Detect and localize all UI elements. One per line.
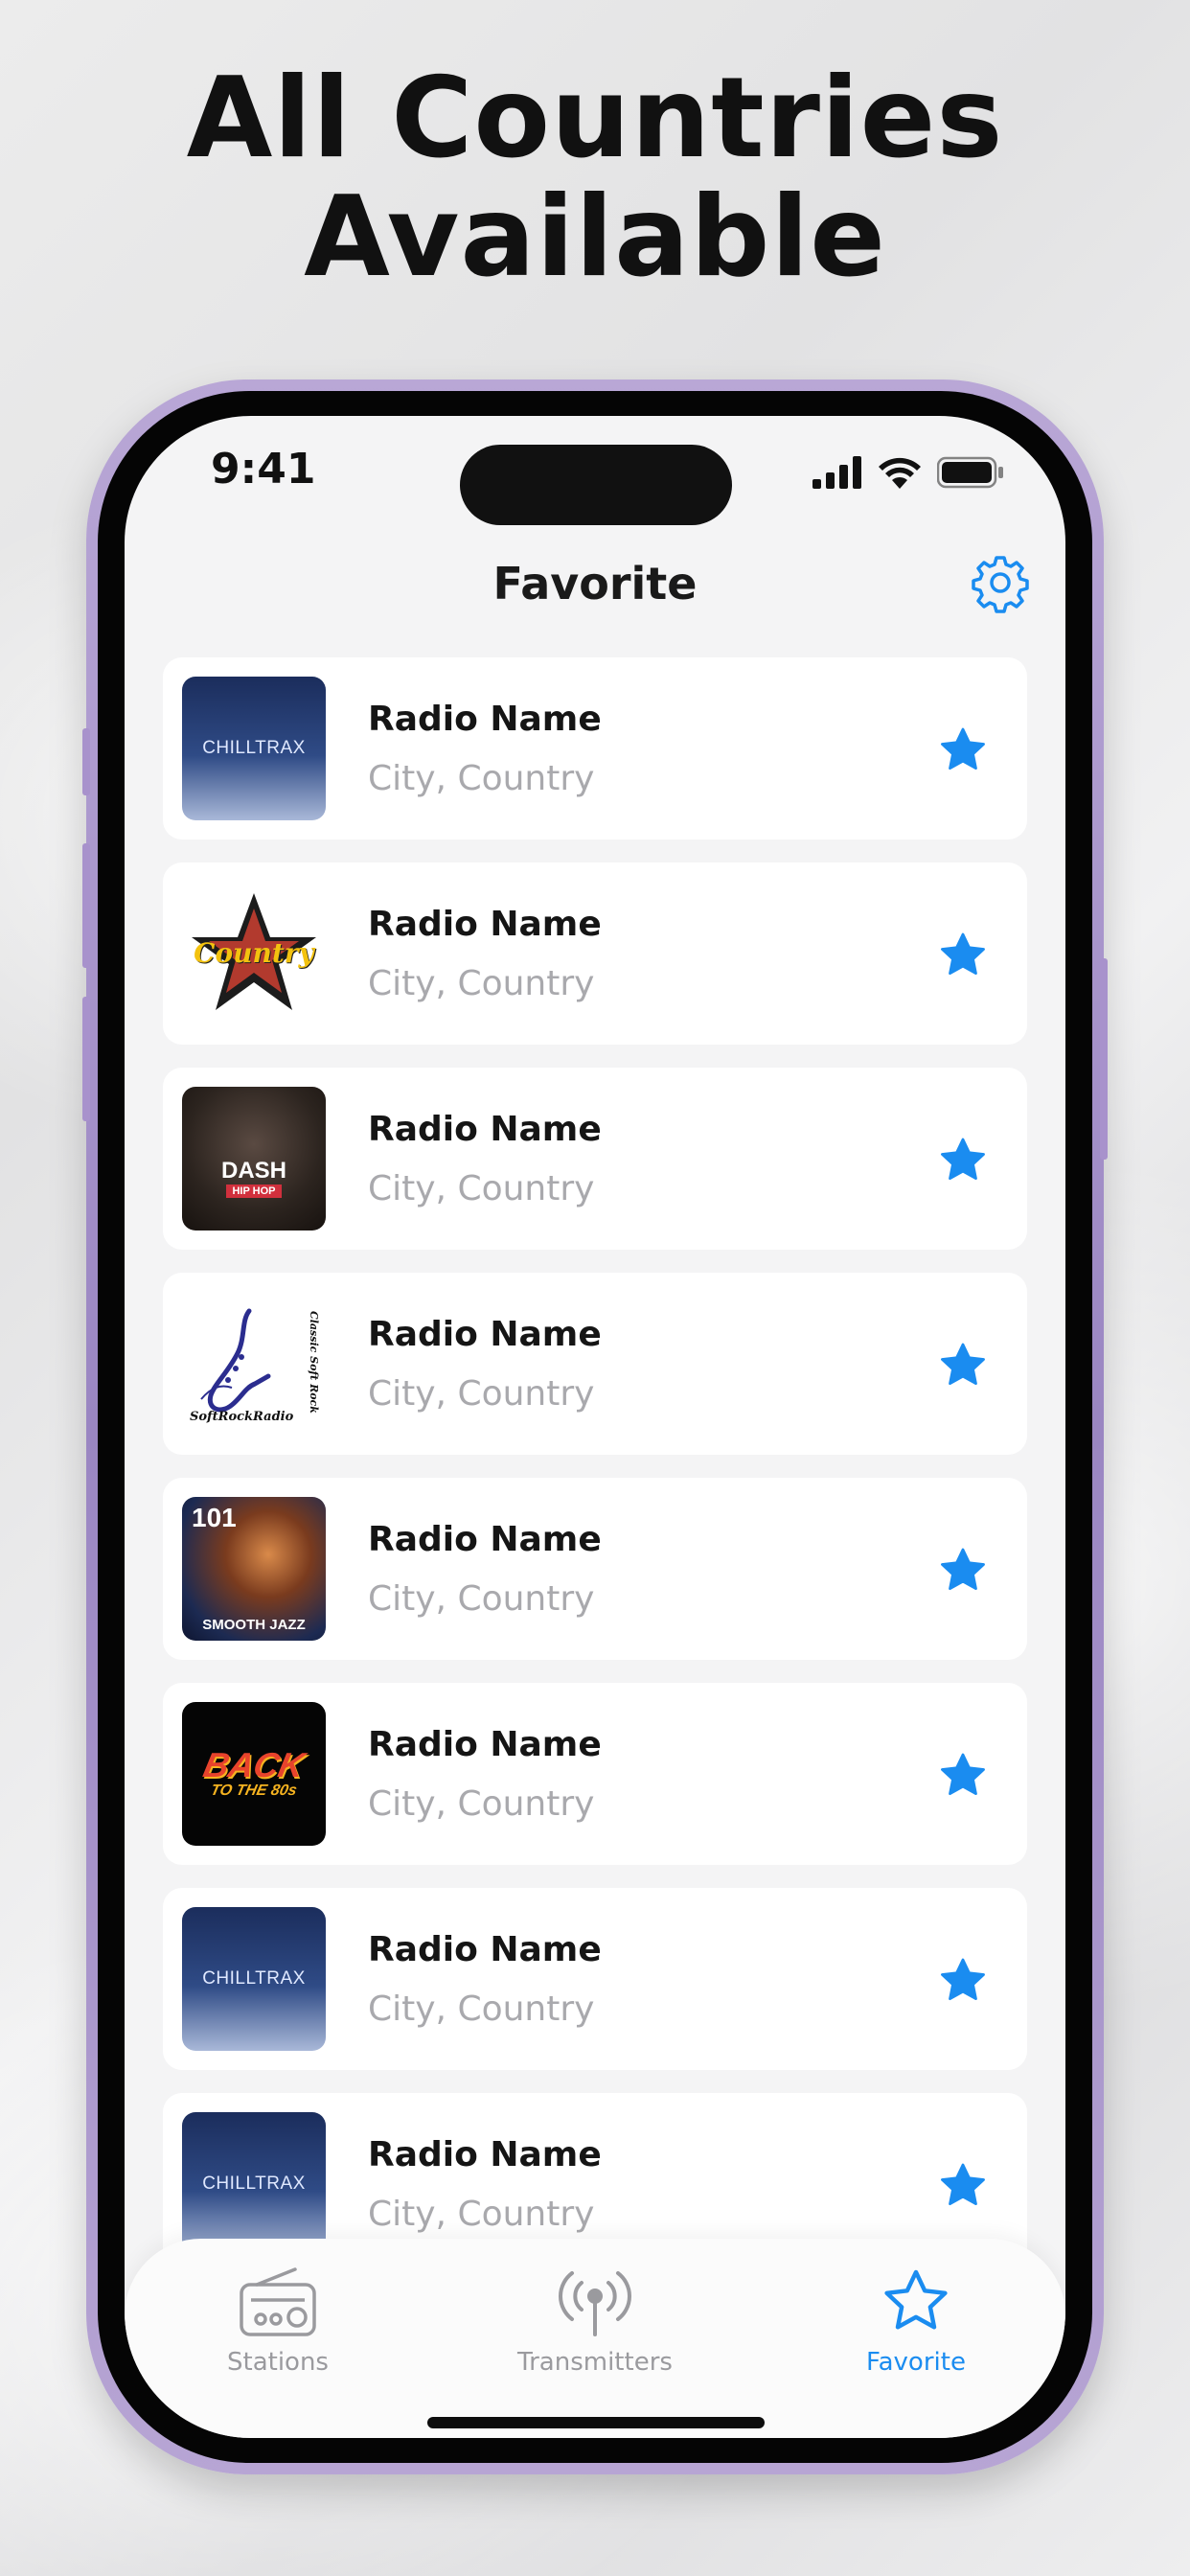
station-row[interactable]: DASH HIP HOP Radio Name City, Country (163, 1068, 1027, 1250)
star-icon (884, 2269, 948, 2330)
phone-screen: 9:41 Favorite CHILLTRAX Radio Name City,… (125, 416, 1065, 2438)
station-location: City, Country (368, 1374, 595, 1414)
station-logo: Classic Soft Rock SoftRockRadio (182, 1292, 326, 1436)
tab-transmitters[interactable]: Transmitters (470, 2266, 720, 2377)
wifi-icon (879, 457, 921, 489)
station-name: Radio Name (368, 700, 602, 739)
favorite-star-icon[interactable] (937, 1545, 989, 1597)
phone-volume-down (82, 997, 90, 1121)
cellular-signal-icon (812, 456, 861, 489)
station-row[interactable]: Country Radio Name City, Country (163, 862, 1027, 1045)
station-logo-text: SoftRockRadio (190, 1410, 294, 1424)
station-row[interactable]: CHILLTRAX Radio Name City, Country (163, 657, 1027, 840)
page-title: Favorite (492, 558, 698, 610)
tab-stations[interactable]: Stations (153, 2266, 402, 2377)
station-row[interactable]: CHILLTRAX Radio Name City, Country (163, 1888, 1027, 2070)
station-row[interactable]: BACK TO THE 80s Radio Name City, Country (163, 1683, 1027, 1865)
station-logo-text: CHILLTRAX (202, 1968, 306, 1989)
station-logo-subtext: HIP HOP (226, 1184, 282, 1198)
station-logo-subtext: TO THE 80s (209, 1782, 299, 1799)
gear-icon[interactable] (970, 552, 1031, 613)
headline-line-2: Available (304, 172, 886, 302)
station-location: City, Country (368, 1169, 595, 1208)
station-location: City, Country (368, 759, 595, 798)
radio-icon (240, 2267, 316, 2336)
favorite-star-icon[interactable] (937, 1340, 989, 1392)
station-name: Radio Name (368, 1110, 602, 1149)
favorite-star-icon[interactable] (937, 1135, 989, 1186)
tab-stations-label: Stations (227, 2348, 329, 2377)
status-time: 9:41 (211, 445, 316, 494)
dynamic-island (460, 445, 732, 525)
station-logo-subtext: SMOOTH JAZZ (202, 1617, 306, 1633)
antenna-icon (559, 2271, 631, 2336)
station-logo: CHILLTRAX (182, 2112, 326, 2256)
station-logo: CHILLTRAX (182, 677, 326, 820)
home-indicator (427, 2417, 765, 2428)
favorite-star-icon[interactable] (937, 1955, 989, 2007)
station-location: City, Country (368, 1990, 595, 2029)
favorite-star-icon[interactable] (937, 724, 989, 776)
station-name: Radio Name (368, 1725, 602, 1764)
phone-power-button (1100, 958, 1108, 1160)
tab-bar: Stations Transmitters Favorite (125, 2239, 1065, 2438)
station-location: City, Country (368, 964, 595, 1003)
phone-mute-switch (82, 728, 90, 795)
battery-icon (937, 456, 1003, 489)
headline: All Countries Available (0, 59, 1190, 297)
station-logo: BACK TO THE 80s (182, 1702, 326, 1846)
station-name: Radio Name (368, 1315, 602, 1354)
phone-volume-up (82, 843, 90, 968)
station-logo: DASH HIP HOP (182, 1087, 326, 1230)
favorites-list: CHILLTRAX Radio Name City, Country Count… (163, 657, 1027, 2298)
station-name: Radio Name (368, 905, 602, 944)
station-logo: CHILLTRAX (182, 1907, 326, 2051)
station-logo: 101 SMOOTH JAZZ (182, 1497, 326, 1641)
station-logo-text: Country (194, 937, 314, 969)
tab-favorite[interactable]: Favorite (791, 2266, 1041, 2377)
station-name: Radio Name (368, 2135, 602, 2174)
headline-line-1: All Countries (186, 54, 1004, 183)
favorite-star-icon[interactable] (937, 930, 989, 981)
station-logo-text: BACK (199, 1745, 309, 1784)
station-location: City, Country (368, 1784, 595, 1824)
station-location: City, Country (368, 1579, 595, 1619)
station-logo-text: DASH (220, 1158, 286, 1184)
station-name: Radio Name (368, 1520, 602, 1559)
station-logo-text: CHILLTRAX (202, 2174, 306, 2194)
station-logo-subtext: Classic Soft Rock (308, 1311, 320, 1414)
station-row[interactable]: Classic Soft Rock SoftRockRadio Radio Na… (163, 1273, 1027, 1455)
tab-transmitters-label: Transmitters (517, 2348, 673, 2377)
favorite-star-icon[interactable] (937, 1750, 989, 1802)
station-logo-text: CHILLTRAX (202, 738, 306, 758)
tab-favorite-label: Favorite (866, 2348, 966, 2377)
status-icons (812, 456, 1004, 489)
station-location: City, Country (368, 2195, 595, 2234)
station-logo-text: 101 (192, 1503, 237, 1532)
station-name: Radio Name (368, 1930, 602, 1969)
station-logo: Country (182, 882, 326, 1025)
station-row[interactable]: 101 SMOOTH JAZZ Radio Name City, Country (163, 1478, 1027, 1660)
favorite-star-icon[interactable] (937, 2160, 989, 2212)
